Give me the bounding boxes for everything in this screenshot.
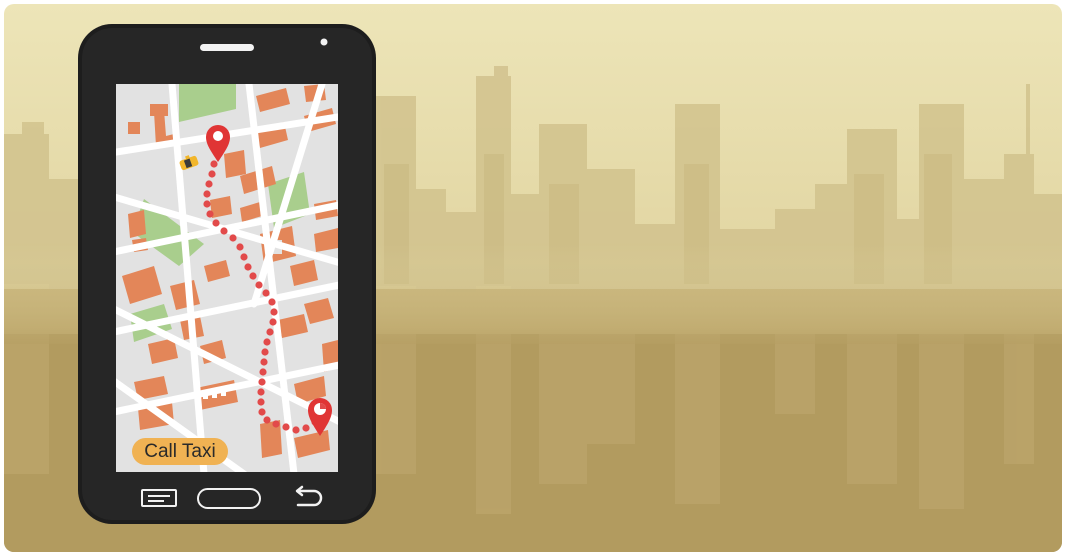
call-taxi-label: Call Taxi bbox=[144, 440, 216, 462]
taxi-app-illustration: Call Taxi bbox=[4, 4, 1062, 552]
phone-speaker bbox=[200, 44, 254, 51]
map-screen bbox=[116, 84, 338, 472]
phone-camera bbox=[320, 38, 328, 46]
call-taxi-button[interactable]: Call Taxi bbox=[132, 438, 228, 465]
